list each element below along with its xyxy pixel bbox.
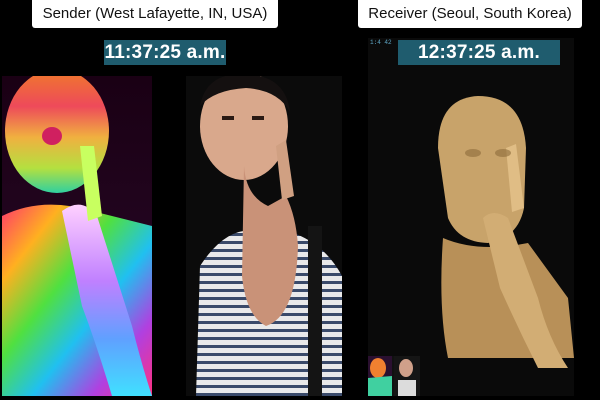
bag-strap [308,226,322,396]
receiver-clock: 12:37:25 a.m. [398,40,560,65]
receiver-thumbnail [368,356,420,396]
camera-person [186,76,342,396]
sender-depth-view [2,76,152,396]
receiver-corner-note: 1:4 42 [370,39,392,46]
reconstruction-model [368,38,574,396]
receiver-label: Receiver (Seoul, South Korea) [358,0,582,28]
receiver-3d-view: 1:4 42 [368,38,574,396]
depth-visualization [2,76,152,396]
sender-camera-view [186,76,342,396]
depth-nose-spot [42,127,62,145]
sender-clock: 11:37:25 a.m. [104,40,226,65]
sender-label: Sender (West Lafayette, IN, USA) [32,0,278,28]
